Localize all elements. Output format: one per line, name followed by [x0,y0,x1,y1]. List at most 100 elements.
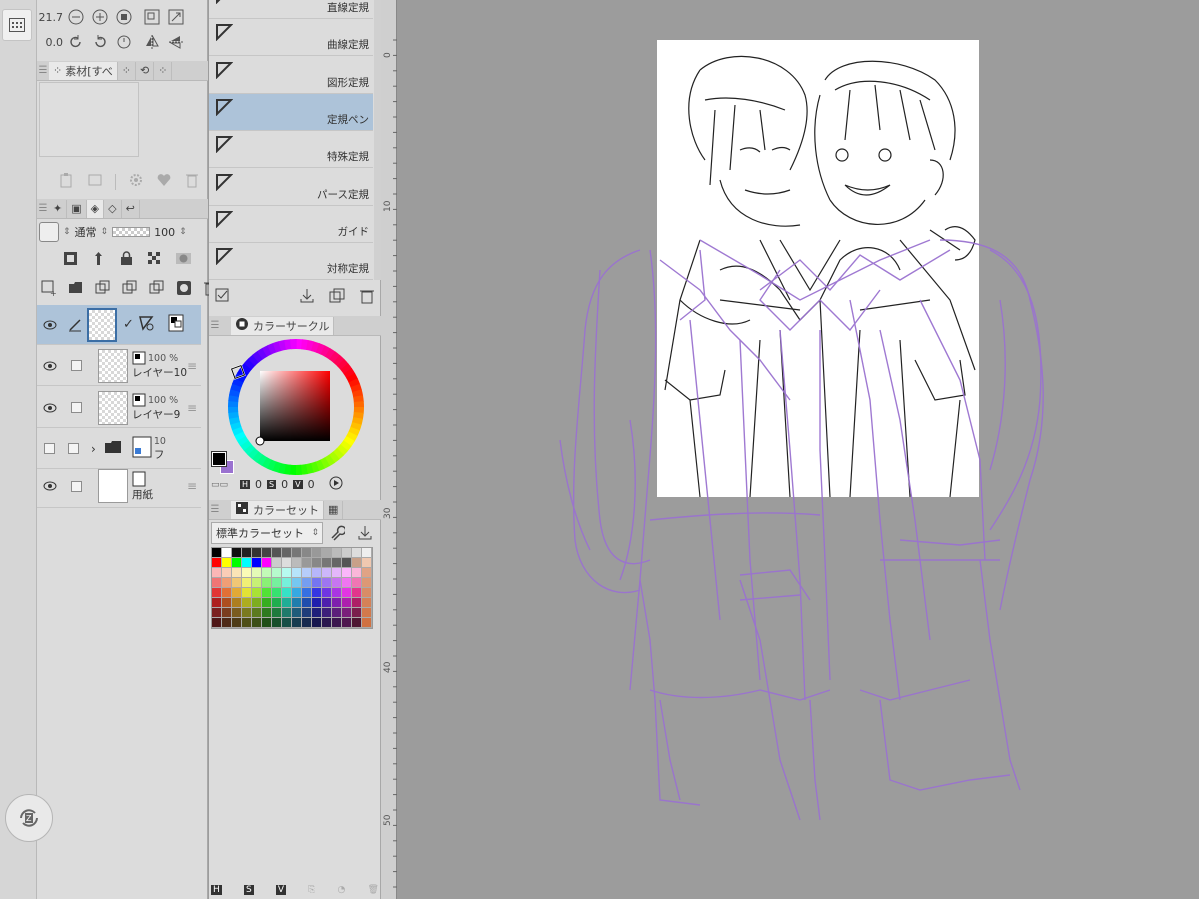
zoom-in-icon[interactable] [91,8,109,26]
trash-icon[interactable] [359,288,375,307]
color-swatch[interactable] [262,608,272,618]
color-swatch[interactable] [302,598,312,608]
flip-horizontal-icon[interactable] [143,33,161,51]
ruler-tool-item[interactable]: 特殊定規 [209,131,373,169]
color-swatch-grid[interactable] [211,547,373,629]
color-swatch[interactable] [332,608,342,618]
color-swatch[interactable] [352,588,362,598]
color-swatch[interactable] [312,608,322,618]
color-swatch[interactable] [252,588,262,598]
color-swatch[interactable] [262,598,272,608]
layer-row[interactable]: 用紙 ≡ [37,465,201,508]
color-swatch[interactable] [332,598,342,608]
checkbox-icon[interactable] [215,288,231,307]
color-swatch[interactable] [252,568,262,578]
color-swatch[interactable] [242,608,252,618]
merge-down-icon[interactable] [122,280,138,299]
color-swatch[interactable] [292,618,302,628]
color-swatch[interactable] [342,558,352,568]
color-swatch[interactable] [332,588,342,598]
color-swatch[interactable] [292,578,302,588]
color-swatch[interactable] [282,618,292,628]
replace-icon[interactable] [87,172,103,191]
color-swatch[interactable] [292,558,302,568]
calendar-grid-icon[interactable] [2,9,32,41]
layer-mask-icon[interactable] [176,280,192,299]
tab-camera[interactable]: ▣ [67,199,87,218]
color-swatch[interactable] [352,578,362,588]
zoom-out-icon[interactable] [67,8,85,26]
color-swatch[interactable] [242,588,252,598]
color-set-select[interactable]: 標準カラーセット ⇕ [211,522,323,544]
color-swatch[interactable] [342,568,352,578]
panel-grip-icon[interactable]: ☰ [37,65,49,76]
merge-visible-icon[interactable] [149,280,165,299]
layer-row[interactable]: › 10 フ [37,429,201,469]
color-swatch[interactable] [222,608,232,618]
color-swatch[interactable] [362,588,372,598]
color-swatch[interactable] [302,618,312,628]
color-swatch[interactable] [362,548,372,558]
add-icon[interactable]: ◔ [338,885,346,895]
color-swatch[interactable] [292,548,302,558]
wrench-icon[interactable] [329,525,347,544]
color-swatch[interactable] [332,568,342,578]
color-swatch[interactable] [352,558,362,568]
panel-grip-icon[interactable]: ☰ [37,203,49,214]
download-icon[interactable] [357,525,373,544]
color-swatch[interactable] [302,588,312,598]
fit-window-icon[interactable] [167,8,185,26]
gear-icon[interactable] [128,172,144,191]
color-swatch[interactable] [322,578,332,588]
color-swatch[interactable] [272,588,282,598]
color-swatch[interactable] [302,568,312,578]
lock-icon[interactable] [119,251,134,269]
tab-material-4[interactable]: ⁘ [154,61,173,80]
tab-layers[interactable]: ◈ [86,199,105,218]
color-swatch[interactable] [222,598,232,608]
color-swatch[interactable] [282,548,292,558]
color-swatch[interactable] [322,558,332,568]
color-swatch[interactable] [212,578,222,588]
ruler-tool-item[interactable]: 直線定規 [209,0,373,19]
lock-transparency-icon[interactable] [147,251,162,269]
color-swatch[interactable] [302,558,312,568]
paste-icon[interactable] [59,172,75,191]
color-swatch[interactable] [232,568,242,578]
color-swatch[interactable] [232,588,242,598]
tab-layer-property[interactable]: ◇ [104,199,122,218]
color-swatch[interactable] [242,598,252,608]
layer-color-square[interactable] [39,222,59,242]
color-swatch[interactable] [312,598,322,608]
trash-icon[interactable]: 🗑 [368,885,379,895]
ruler-tool-item[interactable]: 図形定規 [209,57,373,94]
layer-row[interactable]: 100 % レイヤー10 ≡ [37,346,201,386]
color-swatch[interactable] [232,598,242,608]
color-swatch[interactable] [362,558,372,568]
color-swatch[interactable] [342,578,352,588]
color-swatch[interactable] [252,578,262,588]
color-swatch[interactable] [312,578,322,588]
color-swatch[interactable] [272,578,282,588]
eye-icon[interactable] [37,481,63,491]
color-swatch[interactable] [232,548,242,558]
eye-icon[interactable] [37,403,63,413]
color-swatch[interactable] [302,548,312,558]
color-swatch[interactable] [222,548,232,558]
color-swatch[interactable] [272,608,282,618]
main-sub-color[interactable] [210,450,238,474]
color-swatch[interactable] [212,548,222,558]
blend-mode-select[interactable]: 通常 [75,224,97,240]
duplicate-icon[interactable] [329,288,345,307]
play-icon[interactable] [329,476,343,493]
color-swatch[interactable] [362,568,372,578]
color-swatch[interactable] [332,578,342,588]
ruler-list-scrollbar[interactable] [374,0,381,280]
tab-color-circle[interactable]: カラーサークル [231,316,335,335]
color-swatch[interactable] [322,588,332,598]
color-swatch[interactable] [312,618,322,628]
color-swatch[interactable] [252,608,262,618]
color-swatch[interactable] [242,618,252,628]
flip-vertical-icon[interactable] [167,33,185,51]
pen-icon[interactable] [63,318,87,332]
